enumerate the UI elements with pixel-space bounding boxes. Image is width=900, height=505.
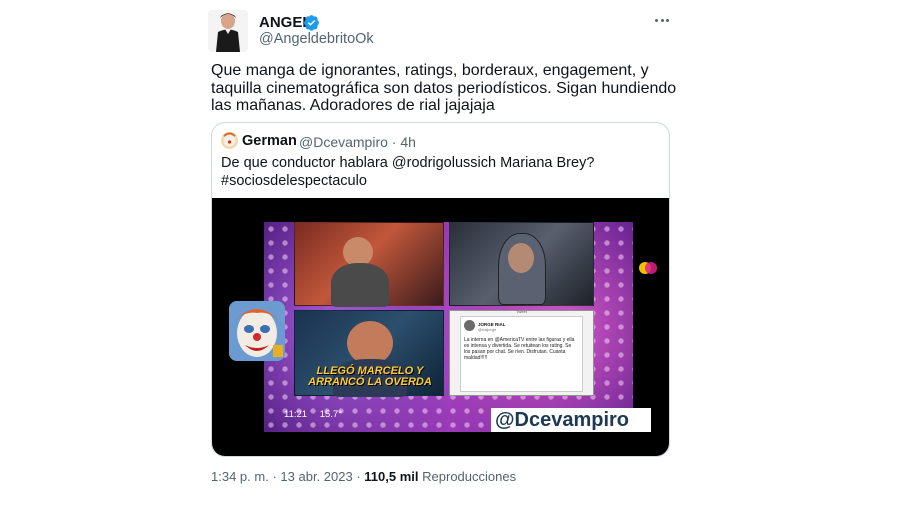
embedded-handle: @rialjorge xyxy=(478,327,497,332)
clown-sticker xyxy=(229,301,285,361)
separator-dot: · xyxy=(391,134,397,150)
verified-badge-icon xyxy=(304,15,319,31)
quoted-age[interactable]: 4h xyxy=(400,134,416,150)
quoted-text: De que conductor hablara @rodrigolussich… xyxy=(221,155,595,189)
video-panel-host xyxy=(294,222,444,307)
video-overlay-time: 11:21 15.7° xyxy=(284,409,342,420)
quoted-tweet[interactable]: German @Dcevampiro · 4h De que conductor… xyxy=(211,122,670,457)
video-timestamp: 11:21 xyxy=(284,409,308,420)
quoted-avatar[interactable] xyxy=(221,132,238,149)
quoted-video[interactable]: LLEGÓ MARCELO Y ARRANCÓ LA OVERDA Tweet … xyxy=(212,198,669,456)
more-dot-icon xyxy=(666,18,669,22)
author-handle[interactable]: @AngeldebritoOk xyxy=(259,31,374,47)
quoted-handle-line: @Dcevampiro · 4h xyxy=(299,134,416,150)
quoted-author-name[interactable]: German xyxy=(242,133,297,149)
more-dot-icon xyxy=(655,18,658,22)
views-count: 110,5 mil xyxy=(364,469,419,484)
quoted-author-handle[interactable]: @Dcevampiro xyxy=(299,134,388,150)
clown-face-icon xyxy=(229,301,285,361)
tweet-time[interactable]: 1:34 p. m. xyxy=(211,469,269,484)
more-options-button[interactable] xyxy=(651,10,673,30)
separator-dot: · xyxy=(272,469,277,484)
embedded-header: Tweet xyxy=(516,309,527,314)
avatar-photo-icon xyxy=(208,10,248,52)
video-panel-guest xyxy=(449,222,594,306)
embedded-tweet-screenshot: Tweet JORGE RIAL @rialjorge La interna e… xyxy=(460,309,583,392)
tv-stage: LLEGÓ MARCELO Y ARRANCÓ LA OVERDA Tweet … xyxy=(264,222,657,432)
clown-avatar-icon xyxy=(221,132,238,149)
video-watermark: @Dcevampiro xyxy=(491,408,651,432)
channel-logo-icon xyxy=(639,262,657,274)
tweet: ANGEL @AngeldebritoOk Que manga de ignor… xyxy=(0,0,900,505)
video-counter: 15.7° xyxy=(319,409,343,420)
views-label: Reproducciones xyxy=(422,469,517,484)
tweet-text: Que manga de ignorantes, ratings, border… xyxy=(211,62,677,114)
tweet-metadata: 1:34 p. m. · 13 abr. 2023 · 110,5 mil Re… xyxy=(211,469,516,484)
tweet-date[interactable]: 13 abr. 2023 xyxy=(280,469,352,484)
video-caption: LLEGÓ MARCELO Y ARRANCÓ LA OVERDA xyxy=(308,365,432,388)
embedded-text: La interna en @AmericaTV entre las figur… xyxy=(464,337,575,361)
embedded-avatar-icon xyxy=(464,320,475,331)
separator-dot: · xyxy=(356,469,361,484)
more-dot-icon xyxy=(660,18,664,22)
author-avatar[interactable] xyxy=(208,10,248,52)
